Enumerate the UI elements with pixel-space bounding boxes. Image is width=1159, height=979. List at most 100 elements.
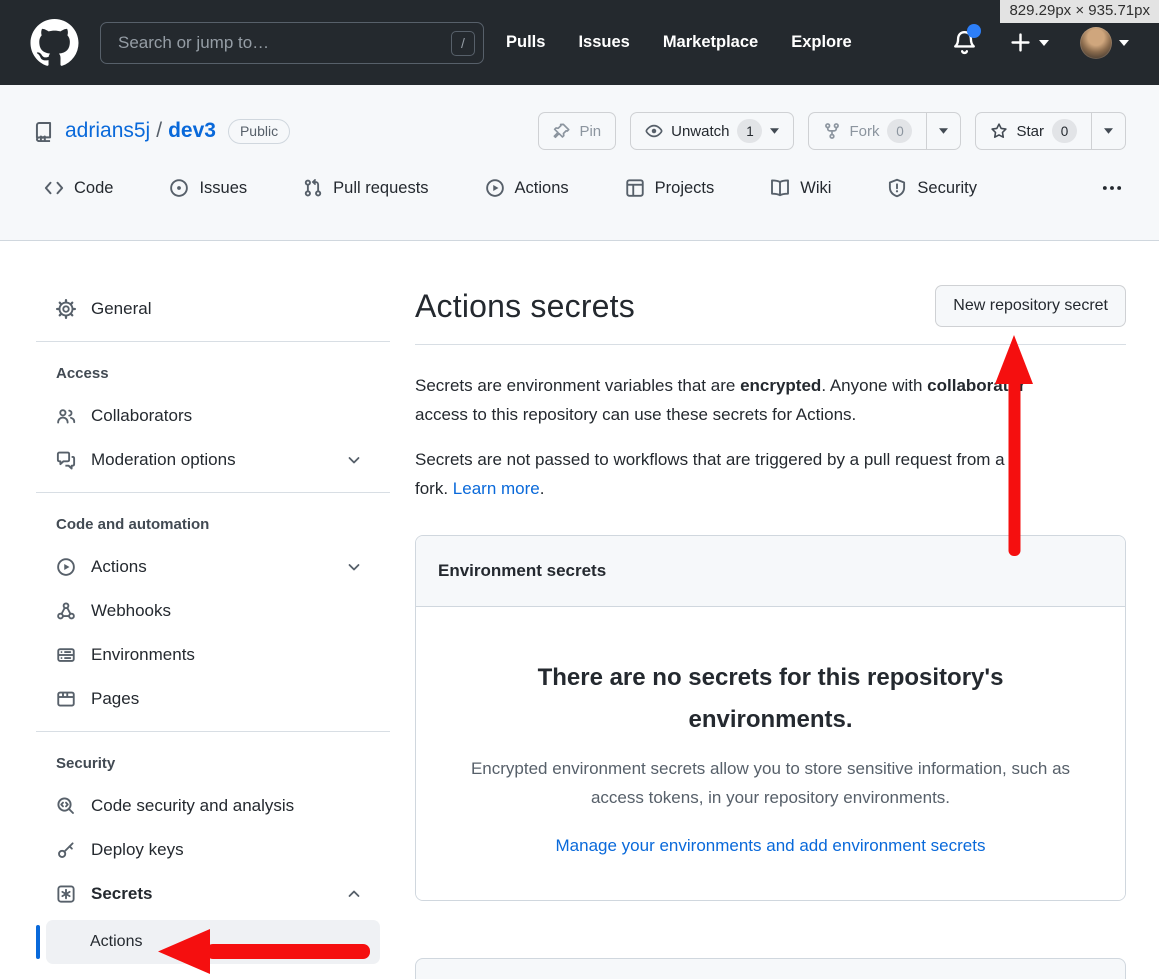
sidebar-item-label: Deploy keys	[91, 840, 184, 860]
nav-issues[interactable]: Issues	[578, 33, 629, 52]
section-divider	[415, 344, 1126, 345]
sidebar-item-label: Secrets	[91, 884, 152, 904]
tab-label: Actions	[515, 179, 569, 198]
breadcrumb-separator: /	[150, 119, 168, 142]
sidebar-item-code-security[interactable]: Code security and analysis	[0, 784, 390, 828]
nav-explore[interactable]: Explore	[791, 33, 852, 52]
search-input[interactable]	[101, 33, 483, 53]
tab-code[interactable]: Code	[36, 178, 121, 198]
repo-owner-link[interactable]: adrians5j	[65, 119, 150, 142]
repo-header: adrians5j/dev3 Public Pin Unwatch 1	[0, 85, 1159, 241]
global-search: /	[100, 22, 484, 64]
create-new-button[interactable]	[1009, 31, 1049, 54]
sidebar-item-collaborators[interactable]: Collaborators	[0, 394, 390, 438]
tab-security[interactable]: Security	[879, 178, 985, 198]
global-header: / Pulls Issues Marketplace Explore	[0, 0, 1159, 85]
shield-icon	[887, 178, 907, 198]
browser-icon	[56, 689, 76, 709]
sidebar-section-access: Access	[56, 365, 390, 382]
table-icon	[625, 178, 645, 198]
dimension-tooltip: 829.29px × 935.71px	[1000, 0, 1159, 23]
star-dropdown-button[interactable]	[1091, 113, 1125, 149]
star-label: Star	[1016, 123, 1044, 140]
empty-state-title: There are no secrets for this repository…	[456, 657, 1085, 741]
sidebar-item-environments[interactable]: Environments	[0, 633, 390, 677]
sidebar-item-webhooks[interactable]: Webhooks	[0, 589, 390, 633]
sidebar-item-moderation-options[interactable]: Moderation options	[0, 438, 390, 482]
description-text: access to this repository can use these …	[415, 405, 856, 424]
repo-book-icon	[33, 121, 54, 142]
sidebar-divider	[36, 341, 390, 342]
visibility-badge: Public	[228, 119, 290, 144]
user-menu-button[interactable]	[1080, 27, 1129, 59]
tab-label: Security	[917, 179, 977, 198]
selected-indicator-bar	[36, 925, 40, 959]
chevron-down-icon	[346, 559, 362, 575]
settings-content: General Access Collaborators Moderation …	[0, 241, 1159, 979]
manage-environments-link[interactable]: Manage your environments and add environ…	[556, 836, 986, 856]
sidebar-item-label: Moderation options	[91, 450, 236, 470]
fork-button[interactable]: Fork 0	[809, 113, 926, 149]
fork-label: Fork	[849, 123, 879, 140]
fork-button-group: Fork 0	[808, 112, 961, 150]
tab-label: Code	[74, 179, 113, 198]
repo-name-link[interactable]: dev3	[168, 119, 216, 142]
sidebar-item-general[interactable]: General	[0, 287, 390, 331]
fork-icon	[823, 122, 841, 140]
settings-sidebar: General Access Collaborators Moderation …	[0, 241, 390, 979]
unread-notification-dot	[967, 24, 981, 38]
tab-actions[interactable]: Actions	[477, 178, 577, 198]
watch-button[interactable]: Unwatch 1	[630, 112, 794, 150]
play-icon	[56, 557, 76, 577]
fork-dropdown-button[interactable]	[926, 113, 960, 149]
repo-tab-bar: Code Issues Pull requests Actions Projec…	[0, 160, 1159, 216]
code-icon	[44, 178, 64, 198]
description-bold: encrypted	[740, 376, 821, 395]
description-text: Secrets are not passed to workflows that…	[415, 450, 1005, 469]
sidebar-item-pages[interactable]: Pages	[0, 677, 390, 721]
tab-label: Issues	[199, 179, 247, 198]
tab-issues[interactable]: Issues	[161, 178, 255, 198]
sidebar-item-secrets[interactable]: Secrets	[0, 872, 390, 916]
key-icon	[56, 840, 76, 860]
sidebar-item-actions[interactable]: Actions	[0, 545, 390, 589]
chevron-down-icon	[770, 128, 779, 134]
nav-marketplace[interactable]: Marketplace	[663, 33, 758, 52]
avatar	[1080, 27, 1112, 59]
github-settings-page: 829.29px × 935.71px / Pulls Issues Marke…	[0, 0, 1159, 979]
sidebar-item-label: General	[91, 299, 151, 319]
sidebar-item-label: Collaborators	[91, 406, 192, 426]
webhook-icon	[56, 601, 76, 621]
tab-wiki[interactable]: Wiki	[762, 178, 839, 198]
chevron-down-icon	[1119, 40, 1129, 46]
new-repository-secret-button[interactable]: New repository secret	[935, 285, 1126, 327]
sidebar-item-deploy-keys[interactable]: Deploy keys	[0, 828, 390, 872]
sidebar-subitem-label: Actions	[90, 933, 142, 951]
secrets-description: Secrets are environment variables that a…	[415, 371, 1126, 429]
fork-count-badge: 0	[887, 119, 912, 143]
pin-button[interactable]: Pin	[538, 112, 616, 150]
sidebar-section-security: Security	[56, 755, 390, 772]
sidebar-subitem-actions-secrets[interactable]: Actions	[46, 920, 380, 964]
tab-label: Projects	[655, 179, 715, 198]
description-text: fork.	[415, 479, 453, 498]
description-bold: collaborator	[927, 376, 1025, 395]
people-icon	[56, 406, 76, 426]
sidebar-divider	[36, 492, 390, 493]
repository-secrets-card-header	[415, 958, 1126, 979]
sidebar-item-label: Environments	[91, 645, 195, 665]
github-mark-icon[interactable]	[30, 19, 79, 67]
star-icon	[990, 122, 1008, 140]
environment-secrets-header: Environment secrets	[416, 536, 1125, 607]
server-icon	[56, 645, 76, 665]
tab-pull-requests[interactable]: Pull requests	[295, 178, 436, 198]
kebab-horizontal-icon[interactable]	[1101, 177, 1123, 199]
sidebar-divider	[36, 731, 390, 732]
notifications-button[interactable]	[951, 29, 978, 56]
chevron-down-icon	[939, 128, 948, 134]
nav-pulls[interactable]: Pulls	[506, 33, 545, 52]
learn-more-link[interactable]: Learn more	[453, 479, 540, 498]
fork-note: Secrets are not passed to workflows that…	[415, 445, 1126, 503]
star-button[interactable]: Star 0	[976, 113, 1091, 149]
tab-projects[interactable]: Projects	[617, 178, 723, 198]
